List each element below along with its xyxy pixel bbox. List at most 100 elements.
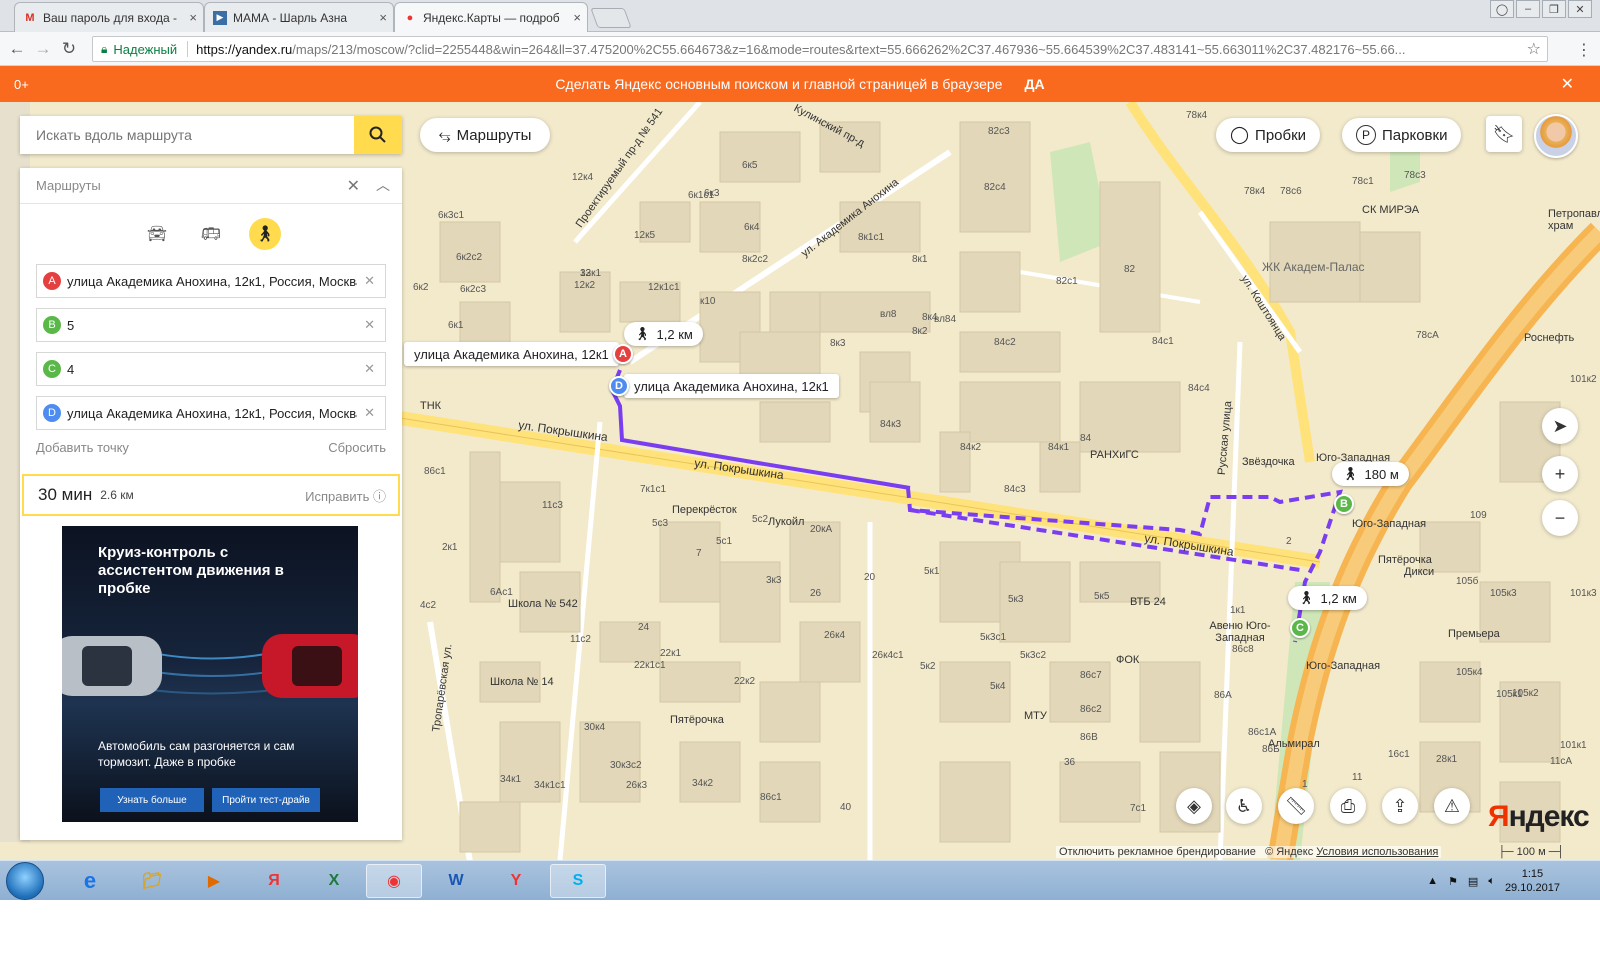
yandex-browser-icon[interactable]: Y: [488, 864, 544, 898]
bookmark-icon[interactable]: 🔖︎: [1486, 116, 1522, 152]
close-icon[interactable]: ×: [379, 10, 387, 25]
promo-accept-button[interactable]: ДА: [1024, 76, 1044, 92]
tab-video[interactable]: ▶ МАМА - Шарль Азна ×: [204, 2, 394, 32]
file-explorer-icon[interactable]: 📁︎: [124, 864, 180, 898]
poi-label[interactable]: Пятёрочка: [670, 714, 724, 726]
volume-icon[interactable]: 🔈︎: [1488, 875, 1495, 888]
reset-link[interactable]: Сбросить: [328, 440, 386, 460]
route-pin-d[interactable]: D: [609, 376, 629, 396]
zoom-out-button[interactable]: −: [1542, 500, 1578, 536]
waypoint-field[interactable]: C 4 ✕: [36, 352, 386, 386]
waypoint-field[interactable]: D улица Академика Анохина, 12к1, Россия,…: [36, 396, 386, 430]
flag-icon[interactable]: ⚑: [1448, 875, 1458, 888]
yandex-icon[interactable]: Я: [246, 864, 302, 898]
poi-label[interactable]: Перекрёсток: [672, 504, 737, 516]
poi-label[interactable]: МТУ: [1024, 710, 1047, 722]
traffic-button[interactable]: ◯ Пробки: [1216, 118, 1321, 152]
add-point-link[interactable]: Добавить точку: [36, 440, 129, 460]
restore-button[interactable]: ❐: [1542, 0, 1566, 18]
route-pin-c[interactable]: C: [1290, 618, 1310, 638]
waypoint-field[interactable]: B 5 ✕: [36, 308, 386, 342]
poi-label[interactable]: Авеню Юго-Западная: [1200, 620, 1280, 644]
browser-menu-icon[interactable]: ⋮: [1576, 40, 1592, 60]
search-button[interactable]: [354, 116, 402, 154]
disable-branding-link[interactable]: Отключить рекламное брендирование: [1059, 846, 1256, 858]
close-icon[interactable]: ✕: [347, 176, 360, 196]
ad-test-drive-button[interactable]: Пройти тест-драйв: [212, 788, 320, 812]
poi-label[interactable]: Дикси: [1404, 566, 1434, 578]
forward-button[interactable]: →: [30, 36, 56, 62]
start-button[interactable]: [6, 862, 44, 900]
word-icon[interactable]: W: [428, 864, 484, 898]
search-input[interactable]: [20, 116, 354, 154]
close-icon[interactable]: ✕: [1561, 74, 1574, 94]
poi-label[interactable]: Лукойл: [768, 516, 804, 528]
poi-label[interactable]: Премьера: [1448, 628, 1500, 640]
poi-label[interactable]: ЖК Академ-Палас: [1262, 260, 1365, 274]
advertisement-banner[interactable]: Круиз-контроль с ассистентом движения в …: [62, 526, 358, 822]
close-icon[interactable]: ×: [189, 10, 197, 25]
chevron-up-icon[interactable]: ︿: [376, 175, 390, 195]
bus-icon[interactable]: 🚌︎: [195, 218, 227, 250]
clear-icon[interactable]: ✕: [364, 405, 375, 421]
skype-icon[interactable]: S: [550, 864, 606, 898]
parking-button[interactable]: P Парковки: [1342, 118, 1462, 152]
poi-label[interactable]: Юго-Западная: [1306, 660, 1380, 672]
show-hidden-icons-icon[interactable]: ▲: [1427, 875, 1438, 887]
report-problem-icon[interactable]: ⚠: [1434, 788, 1470, 824]
car-icon[interactable]: 🚘︎: [141, 218, 173, 250]
poi-label[interactable]: Звёздочка: [1242, 456, 1295, 468]
minimize-button[interactable]: –: [1516, 0, 1540, 18]
clock[interactable]: 1:15 29.10.2017: [1505, 867, 1560, 895]
fix-route-button[interactable]: Исправить ⓘ: [305, 486, 386, 505]
share-icon[interactable]: ⇪: [1382, 788, 1418, 824]
tab-yandex-maps[interactable]: ● Яндекс.Карты — подроб ×: [394, 2, 588, 32]
user-icon[interactable]: ◯: [1490, 0, 1514, 18]
poi-label[interactable]: Школа № 14: [490, 676, 554, 688]
poi-label[interactable]: Петропавл храм: [1548, 208, 1600, 232]
media-player-icon[interactable]: ▶: [186, 864, 242, 898]
avatar[interactable]: [1534, 114, 1578, 158]
poi-label[interactable]: РАНХиГС: [1090, 449, 1139, 461]
poi-label[interactable]: Юго-Западная: [1352, 518, 1426, 530]
network-icon[interactable]: ▤: [1468, 875, 1478, 888]
house-number: 86с8: [1232, 644, 1254, 655]
panorama-icon[interactable]: ♿︎: [1226, 788, 1262, 824]
routes-button[interactable]: ⥃ Маршруты: [420, 118, 550, 152]
poi-label[interactable]: ТНК: [420, 400, 441, 412]
locate-me-icon[interactable]: ➤: [1542, 408, 1578, 444]
close-window-button[interactable]: ✕: [1568, 0, 1592, 18]
clear-icon[interactable]: ✕: [364, 273, 375, 289]
clear-icon[interactable]: ✕: [364, 317, 375, 333]
zoom-in-button[interactable]: +: [1542, 456, 1578, 492]
address-bar[interactable]: 🔒︎ Надежный https://yandex.ru/maps/213/m…: [92, 36, 1548, 62]
route-pin-a[interactable]: A: [613, 344, 633, 364]
internet-explorer-icon[interactable]: e: [62, 864, 118, 898]
new-tab-button[interactable]: [590, 8, 632, 28]
back-button[interactable]: ←: [4, 36, 30, 62]
poi-label[interactable]: ФОК: [1116, 654, 1139, 666]
print-icon[interactable]: ⎙: [1330, 788, 1366, 824]
clear-icon[interactable]: ✕: [364, 361, 375, 377]
poi-label[interactable]: Пятёрочка: [1378, 554, 1432, 566]
poi-label[interactable]: СК МИРЭА: [1362, 204, 1419, 216]
pedestrian-icon[interactable]: 🚶︎: [249, 218, 281, 250]
ruler-icon[interactable]: 📏︎: [1278, 788, 1314, 824]
close-icon[interactable]: ×: [573, 10, 581, 25]
reload-button[interactable]: ↻: [56, 36, 82, 62]
route-summary[interactable]: 30 мин 2.6 км Исправить ⓘ: [22, 474, 400, 516]
poi-label[interactable]: ВТБ 24: [1130, 596, 1166, 608]
excel-icon[interactable]: X: [306, 864, 362, 898]
tab-gmail[interactable]: M Ваш пароль для входа - ×: [14, 2, 204, 32]
poi-label[interactable]: Роснефть: [1524, 332, 1574, 344]
ad-learn-more-button[interactable]: Узнать больше: [100, 788, 204, 812]
poi-label[interactable]: Школа № 542: [508, 598, 578, 610]
terms-link[interactable]: Условия использования: [1316, 846, 1438, 858]
layers-icon[interactable]: ◈: [1176, 788, 1212, 824]
url-text[interactable]: https://yandex.ru/maps/213/moscow/?clid=…: [196, 42, 1516, 57]
chrome-icon[interactable]: ◉: [366, 864, 422, 898]
walking-icon: 🚶︎: [1342, 466, 1359, 481]
waypoint-field[interactable]: A улица Академика Анохина, 12к1, Россия,…: [36, 264, 386, 298]
route-pin-b[interactable]: B: [1334, 494, 1354, 514]
bookmark-star-icon[interactable]: ☆: [1527, 39, 1541, 59]
